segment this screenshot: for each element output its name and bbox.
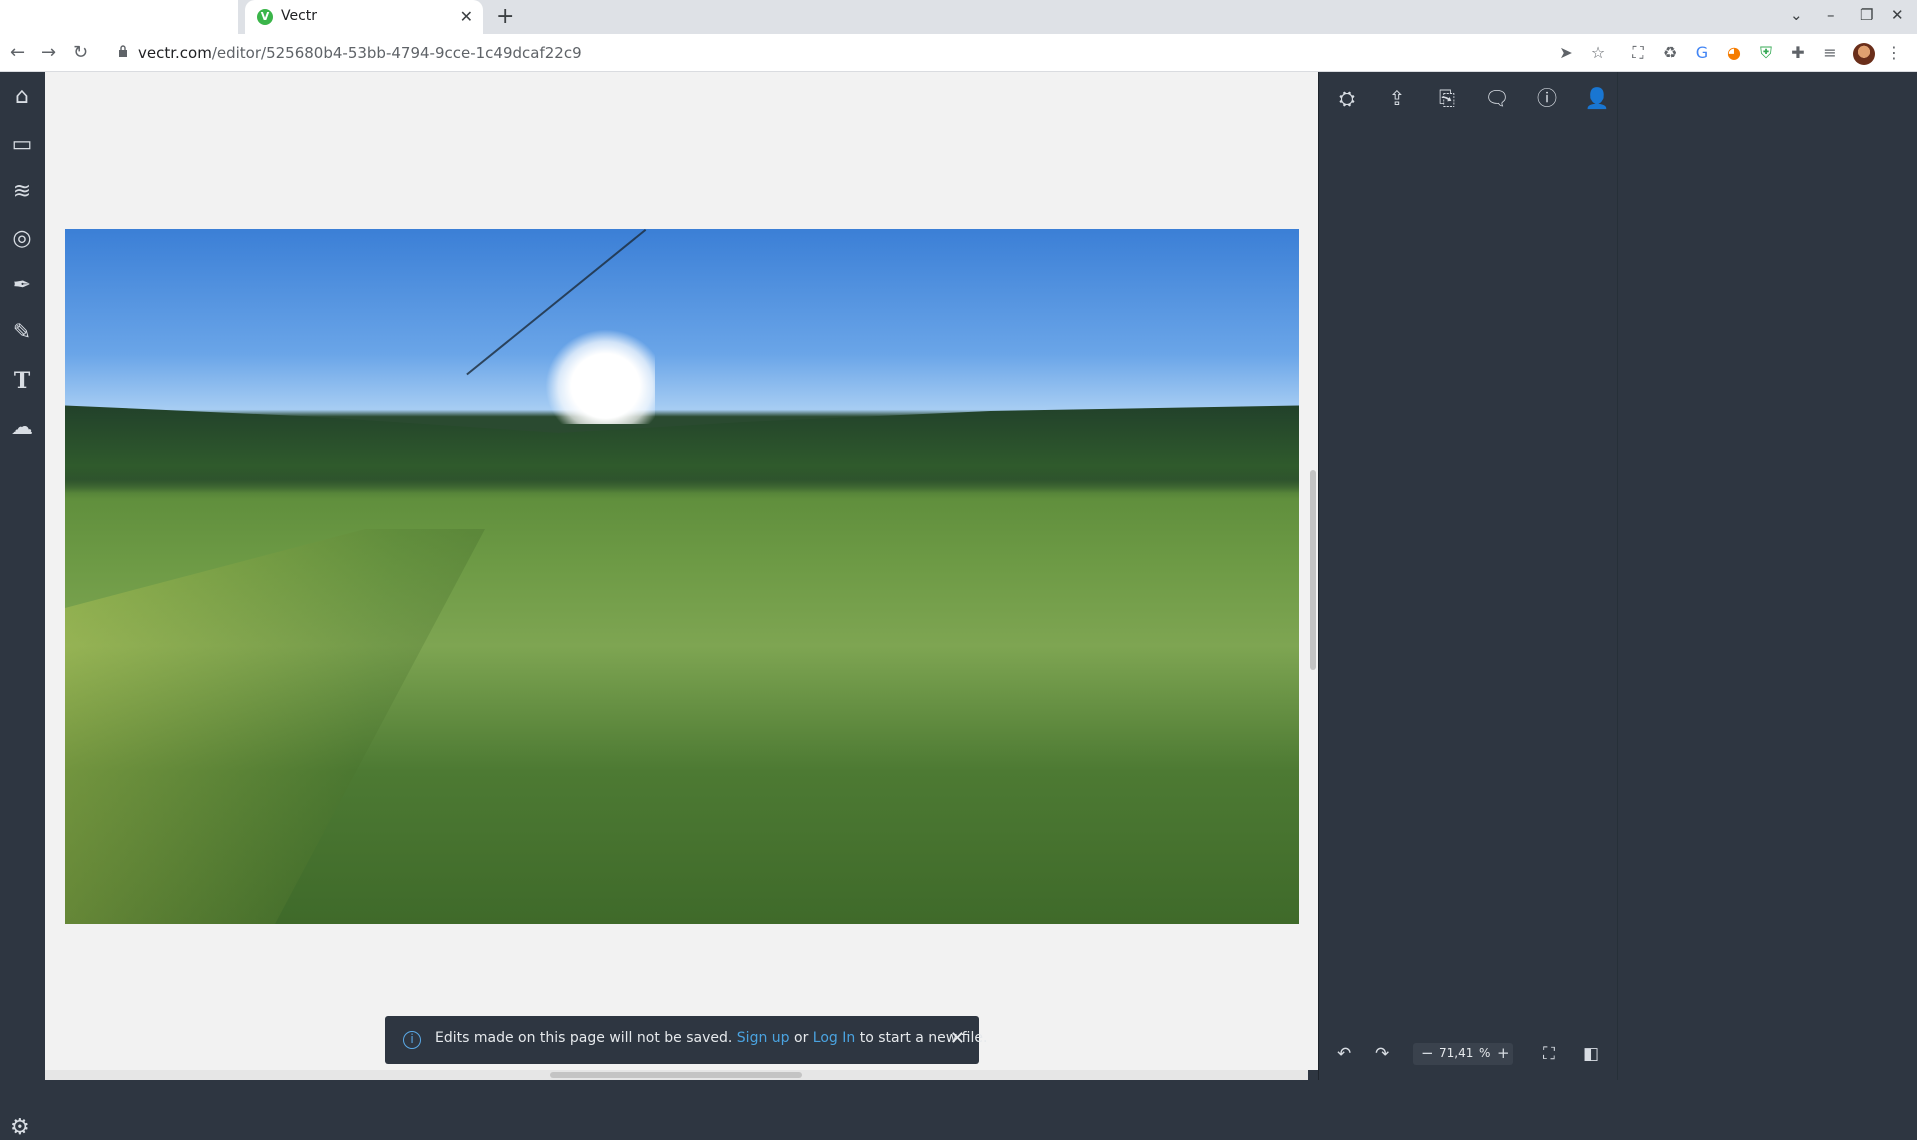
bookmark-star-icon[interactable]: ☆	[1588, 43, 1608, 63]
left-toolbar: ⌂ ▭ ≋ ◎ ✒ ✎ T ☁ ⚙	[0, 72, 45, 1140]
reload-icon[interactable]: ↻	[73, 42, 88, 63]
browser-tabstrip: V Vectr ✕ + ⌄ – ❐ ✕	[0, 0, 1917, 34]
pencil-icon[interactable]: ✎	[9, 320, 35, 346]
translate-extension-icon[interactable]: G	[1692, 43, 1712, 63]
redo-icon[interactable]: ↷	[1375, 1044, 1389, 1064]
profile-avatar[interactable]	[1853, 43, 1875, 65]
zoom-in-button[interactable]: +	[1497, 1044, 1510, 1062]
meadow-photo[interactable]	[65, 229, 1299, 924]
zoom-controls: ↶ ↷ − 71,41 % + ⛶ ◧	[1319, 1040, 1617, 1070]
horizontal-scrollbar-thumb[interactable]	[550, 1072, 802, 1078]
tab-title: Vectr	[281, 8, 318, 24]
shapes-icon[interactable]: ◎	[9, 226, 35, 252]
mown-path	[65, 529, 485, 924]
pages-icon[interactable]: ▭	[9, 132, 35, 158]
zoom-unit: %	[1479, 1046, 1491, 1060]
reading-list-icon[interactable]: ≡	[1820, 43, 1840, 63]
undo-icon[interactable]: ↶	[1337, 1044, 1351, 1064]
tab-search-icon[interactable]: ⌄	[1790, 6, 1803, 24]
inactive-tab[interactable]	[0, 0, 238, 34]
active-tab[interactable]: V Vectr ✕	[245, 0, 483, 34]
restore-icon[interactable]: ❐	[1860, 6, 1873, 24]
zoom-out-button[interactable]: −	[1421, 1044, 1434, 1062]
toast-message: Edits made on this page will not be save…	[435, 1030, 988, 1046]
recycle-extension-icon[interactable]: ♻	[1660, 43, 1680, 63]
toast-close-icon[interactable]: ✕	[950, 1028, 965, 1049]
minimize-icon[interactable]: –	[1827, 6, 1835, 24]
new-tab-icon[interactable]: +	[496, 4, 514, 29]
info-icon: i	[403, 1031, 421, 1049]
browser-toolbar: ← → ↻ vectr.com/editor/525680b4-53bb-479…	[0, 34, 1917, 72]
user-icon[interactable]: 👤	[1583, 84, 1611, 112]
empty-side-area	[1617, 72, 1917, 1080]
pen-tool-icon[interactable]: ✒	[9, 273, 35, 299]
right-panel: ⛭ ⇪ ⎘ 🗨 ⓘ 👤	[1319, 72, 1617, 1080]
fit-screen-icon[interactable]: ⛶	[1543, 1044, 1555, 1064]
comments-icon[interactable]: 🗨	[1483, 84, 1511, 112]
sign-up-link[interactable]: Sign up	[737, 1030, 790, 1046]
zoom-value[interactable]: 71,41	[1439, 1046, 1473, 1060]
export-icon[interactable]: ⛭	[1333, 84, 1361, 112]
editor-canvas[interactable]	[45, 72, 1308, 1070]
vertical-scrollbar-thumb[interactable]	[1310, 470, 1316, 670]
forward-icon[interactable]: →	[41, 42, 56, 63]
address-bar[interactable]: vectr.com/editor/525680b4-53bb-4794-9cce…	[108, 39, 1628, 67]
url-text: vectr.com/editor/525680b4-53bb-4794-9cce…	[138, 44, 582, 62]
shield-extension-icon[interactable]: ⛨	[1756, 43, 1776, 63]
settings-gear-icon[interactable]: ⚙	[10, 1115, 30, 1140]
upload-icon[interactable]: ⇪	[1383, 84, 1411, 112]
send-icon[interactable]: ➤	[1556, 43, 1576, 63]
back-icon[interactable]: ←	[10, 42, 25, 63]
cloud	[545, 329, 655, 424]
tab-close-icon[interactable]: ✕	[460, 7, 473, 26]
layers-icon[interactable]: ≋	[9, 179, 35, 205]
info-icon[interactable]: ⓘ	[1533, 84, 1561, 112]
toggle-panel-icon[interactable]: ◧	[1583, 1044, 1599, 1064]
home-icon[interactable]: ⌂	[9, 84, 35, 110]
lock-icon	[119, 45, 127, 57]
close-window-icon[interactable]: ✕	[1891, 6, 1904, 24]
upload-cloud-icon[interactable]: ☁	[9, 415, 35, 441]
chrome-menu-icon[interactable]: ⋮	[1884, 43, 1904, 63]
orange-extension-icon[interactable]: ◕	[1724, 43, 1744, 63]
tree-line	[65, 405, 1299, 499]
vectr-favicon-icon: V	[257, 9, 273, 25]
unsaved-edits-toast: i Edits made on this page will not be sa…	[385, 1016, 987, 1064]
zoom-box: − 71,41 % +	[1413, 1043, 1513, 1065]
new-document-icon[interactable]: ⎘	[1433, 84, 1461, 112]
text-tool-icon[interactable]: T	[9, 368, 35, 394]
extensions-puzzle-icon[interactable]: ✚	[1788, 43, 1808, 63]
log-in-link[interactable]: Log In	[813, 1030, 855, 1046]
screenshot-icon[interactable]: ⛶	[1628, 43, 1648, 63]
